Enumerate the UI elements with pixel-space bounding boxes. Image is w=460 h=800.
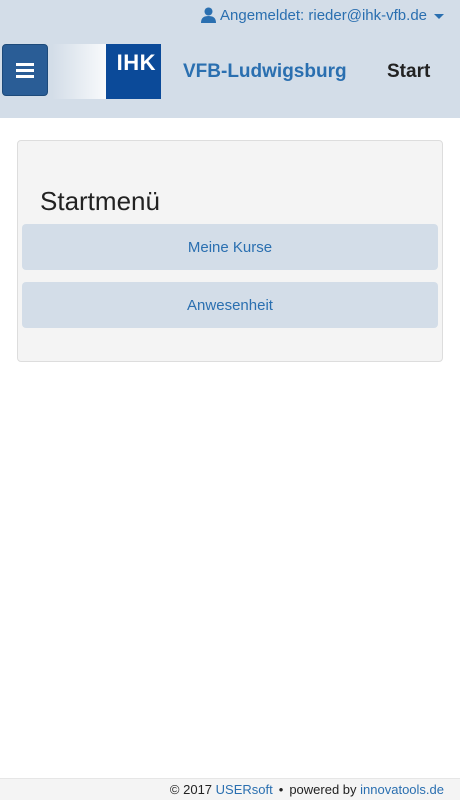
footer-company-link[interactable]: USERsoft: [216, 782, 273, 797]
brand-link[interactable]: VFB-Ludwigsburg: [183, 61, 347, 83]
hamburger-menu-icon: [16, 62, 34, 78]
footer-separator: •: [278, 782, 284, 797]
app-header: Angemeldet: rieder@ihk-vfb.de IHK VFB-Lu…: [0, 0, 460, 118]
hamburger-menu-button[interactable]: [2, 44, 48, 96]
panel-title: Startmenü: [40, 186, 160, 216]
start-menu-panel: Startmenü Meine Kurse Anwesenheit: [17, 140, 443, 362]
user-menu-toggle[interactable]: Angemeldet: rieder@ihk-vfb.de: [201, 4, 444, 26]
caret-down-icon: [434, 13, 444, 19]
footer: © 2017 USERsoft • powered by innovatools…: [0, 778, 460, 800]
attendance-button[interactable]: Anwesenheit: [22, 282, 438, 328]
footer-copyright: © 2017: [169, 782, 213, 797]
ihk-logo: IHK: [52, 44, 161, 99]
logged-in-user-label: Angemeldet: rieder@ihk-vfb.de: [220, 6, 427, 24]
user-icon: [201, 7, 216, 23]
footer-powered-by: powered by: [289, 782, 357, 797]
footer-powered-link[interactable]: innovatools.de: [360, 782, 444, 797]
logo-text: IHK: [116, 50, 156, 75]
my-courses-button[interactable]: Meine Kurse: [22, 224, 438, 270]
nav-start-link[interactable]: Start: [387, 61, 430, 83]
